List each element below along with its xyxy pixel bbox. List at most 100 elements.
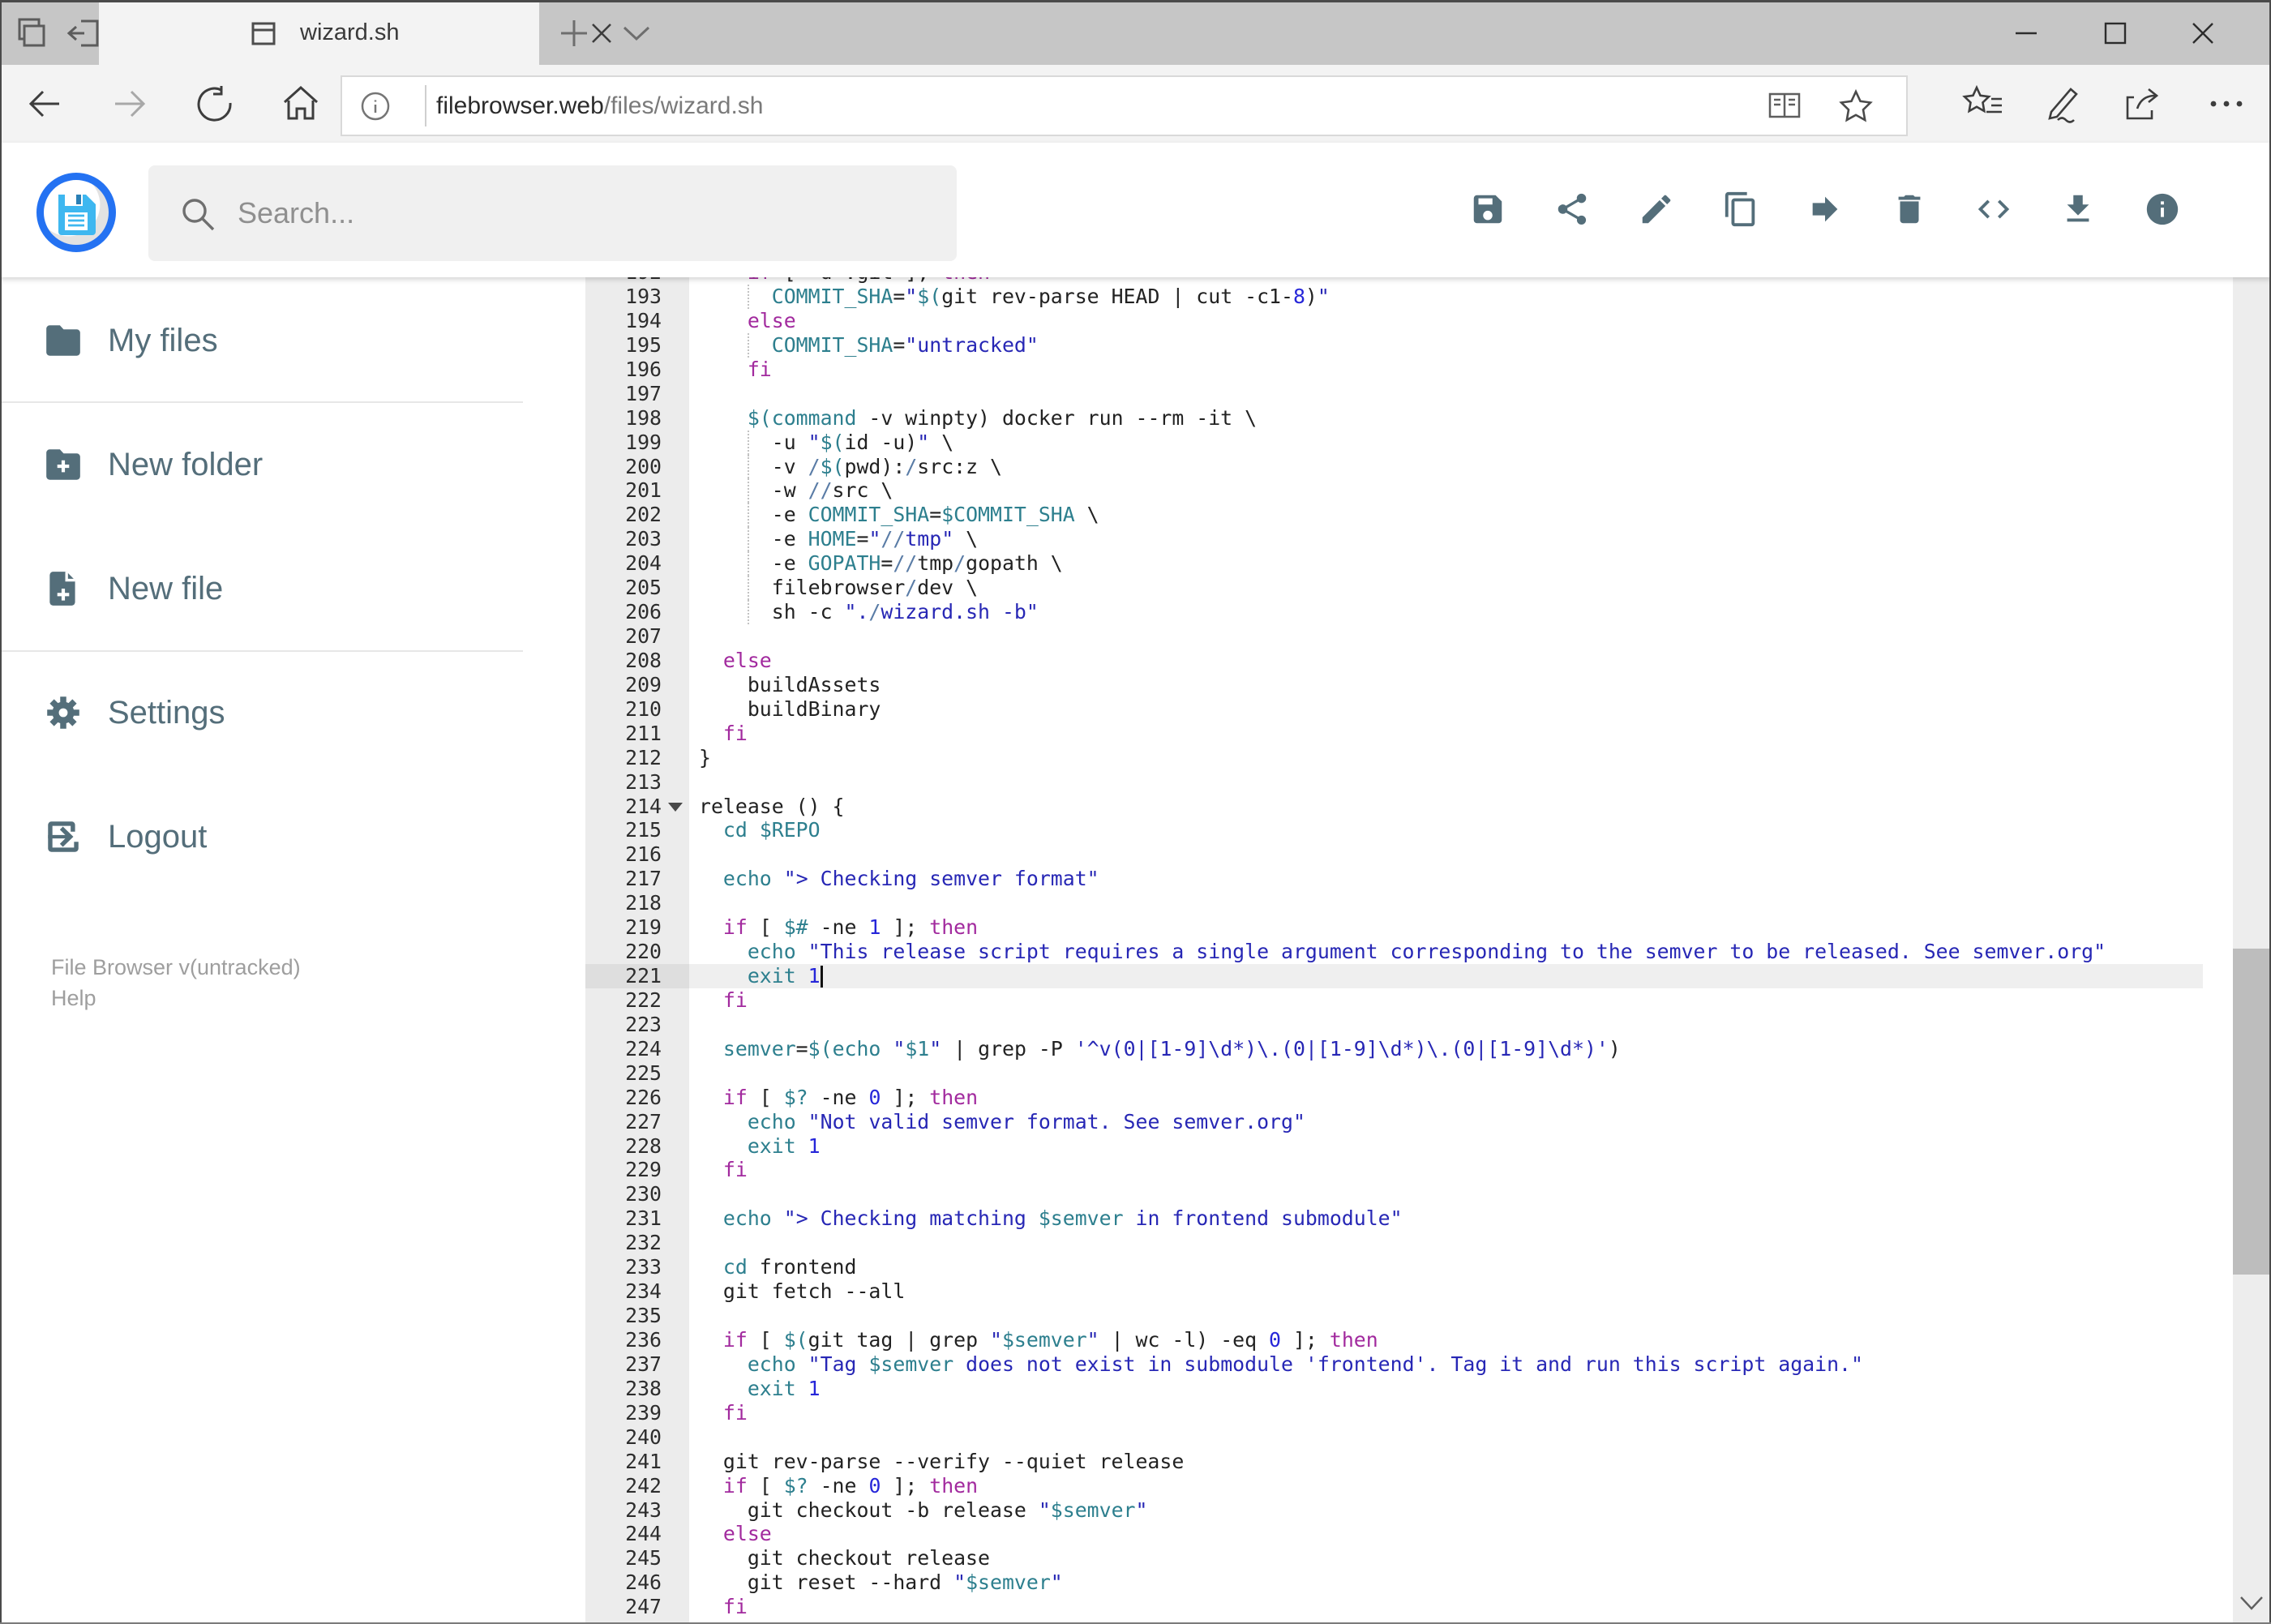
code-line[interactable]: git checkout -b release "$semver"	[699, 1498, 1148, 1523]
download-icon[interactable]	[2059, 191, 2097, 228]
code-line[interactable]: sh -c "./wizard.sh -b"	[699, 600, 1039, 624]
page-scrollbar[interactable]	[2233, 143, 2269, 1624]
line-number[interactable]: 202	[585, 503, 662, 527]
line-number[interactable]: 242	[585, 1474, 662, 1498]
line-number[interactable]: 230	[585, 1182, 662, 1206]
forward-icon[interactable]	[112, 86, 148, 122]
code-line[interactable]: -e HOME="//tmp" \	[699, 527, 978, 551]
sidebar-item-settings[interactable]: Settings	[0, 664, 523, 761]
browser-tab[interactable]: wizard.sh	[99, 0, 611, 65]
line-number[interactable]: 215	[585, 818, 662, 842]
reading-view-icon[interactable]	[1768, 92, 1801, 121]
line-number[interactable]: 220	[585, 940, 662, 964]
line-number[interactable]: 222	[585, 988, 662, 1013]
line-number[interactable]: 224	[585, 1037, 662, 1061]
tab-list-chevron-icon[interactable]	[621, 23, 652, 44]
line-number[interactable]: 223	[585, 1013, 662, 1037]
line-number[interactable]: 219	[585, 915, 662, 940]
code-line[interactable]: release () {	[699, 795, 845, 819]
minimize-button[interactable]	[2014, 21, 2038, 45]
line-number[interactable]: 221	[585, 964, 662, 988]
code-line[interactable]: buildBinary	[699, 697, 881, 722]
web-note-pen-icon[interactable]	[2042, 84, 2082, 123]
code-line[interactable]: COMMIT_SHA="untracked"	[699, 333, 1039, 358]
code-line[interactable]: buildAssets	[699, 673, 881, 697]
code-line[interactable]: -v /$(pwd):/src:z \	[699, 455, 1002, 479]
copy-icon[interactable]	[1722, 191, 1759, 228]
line-number[interactable]: 195	[585, 333, 662, 358]
line-number[interactable]: 247	[585, 1595, 662, 1619]
code-line[interactable]: else	[699, 1522, 772, 1546]
code-line[interactable]: semver=$(echo "$1" | grep -P '^v(0|[1-9]…	[699, 1037, 1621, 1061]
line-number[interactable]: 238	[585, 1377, 662, 1401]
line-number[interactable]: 239	[585, 1401, 662, 1425]
delete-icon[interactable]	[1891, 191, 1928, 228]
code-line[interactable]: git fetch --all	[699, 1279, 905, 1304]
more-menu-icon[interactable]	[2207, 96, 2246, 112]
app-logo[interactable]	[36, 173, 116, 252]
line-number[interactable]: 199	[585, 431, 662, 455]
move-icon[interactable]	[1806, 191, 1844, 228]
line-number[interactable]: 231	[585, 1206, 662, 1231]
back-icon[interactable]	[27, 86, 62, 122]
line-number[interactable]: 237	[585, 1352, 662, 1377]
code-line[interactable]: fi	[699, 1401, 748, 1425]
code-line[interactable]: -w //src \	[699, 478, 893, 503]
code-line[interactable]: echo "Tag $semver does not exist in subm…	[699, 1352, 1863, 1377]
line-number[interactable]: 240	[585, 1425, 662, 1450]
line-number[interactable]: 210	[585, 697, 662, 722]
code-line[interactable]: fi	[699, 1158, 748, 1182]
code-line[interactable]: git rev-parse --verify --quiet release	[699, 1450, 1184, 1474]
code-line[interactable]: fi	[699, 988, 748, 1013]
line-number[interactable]: 203	[585, 527, 662, 551]
new-tab-button[interactable]	[558, 17, 590, 49]
line-number[interactable]: 209	[585, 673, 662, 697]
save-icon[interactable]	[1469, 191, 1506, 228]
line-number[interactable]: 212	[585, 746, 662, 770]
line-number[interactable]: 201	[585, 478, 662, 503]
code-line[interactable]: -e GOPATH=//tmp/gopath \	[699, 551, 1063, 576]
sidebar-item-new-folder[interactable]: New folder	[0, 416, 523, 513]
code-line[interactable]: echo "Not valid semver format. See semve…	[699, 1110, 1305, 1134]
line-number[interactable]: 194	[585, 309, 662, 333]
scrollbar-thumb[interactable]	[2233, 949, 2269, 1275]
code-line[interactable]: $(command -v winpty) docker run --rm -it…	[699, 406, 1257, 431]
line-number[interactable]: 214	[585, 795, 662, 819]
line-number[interactable]: 213	[585, 770, 662, 795]
line-number[interactable]: 207	[585, 624, 662, 649]
sidebar-item-new-file[interactable]: New file	[0, 540, 523, 637]
line-number[interactable]: 208	[585, 649, 662, 673]
line-number[interactable]: 226	[585, 1086, 662, 1110]
refresh-icon[interactable]	[197, 85, 234, 122]
line-number[interactable]: 217	[585, 867, 662, 891]
search-input[interactable]: Search...	[148, 165, 957, 261]
line-number[interactable]: 198	[585, 406, 662, 431]
code-line[interactable]: git checkout release	[699, 1546, 990, 1570]
code-icon[interactable]	[1975, 191, 2012, 228]
sidebar-item-my-files[interactable]: My files	[0, 292, 523, 389]
home-icon[interactable]	[282, 84, 319, 122]
line-number[interactable]: 243	[585, 1498, 662, 1523]
code-line[interactable]: COMMIT_SHA="$(git rev-parse HEAD | cut -…	[699, 285, 1330, 309]
code-line[interactable]: else	[699, 309, 796, 333]
line-number[interactable]: 234	[585, 1279, 662, 1304]
maximize-button[interactable]	[2103, 21, 2127, 45]
line-number[interactable]: 205	[585, 576, 662, 600]
info-icon[interactable]	[2144, 191, 2181, 228]
code-line[interactable]: filebrowser/dev \	[699, 576, 978, 600]
code-line[interactable]: fi	[699, 722, 748, 746]
code-line[interactable]: echo "> Checking semver format"	[699, 867, 1099, 891]
favorite-star-icon[interactable]	[1838, 88, 1874, 124]
share-icon[interactable]	[1553, 191, 1591, 228]
code-line[interactable]: if [ $? -ne 0 ]; then	[699, 1086, 978, 1110]
site-info-icon[interactable]	[360, 91, 391, 122]
code-line[interactable]: -e COMMIT_SHA=$COMMIT_SHA \	[699, 503, 1099, 527]
code-line[interactable]: exit 1	[699, 1134, 821, 1159]
url-field[interactable]: filebrowser.web/files/wizard.sh	[341, 75, 1908, 136]
line-number[interactable]: 245	[585, 1546, 662, 1570]
code-line[interactable]: if [ $# -ne 1 ]; then	[699, 915, 978, 940]
line-number[interactable]: 241	[585, 1450, 662, 1474]
line-number[interactable]: 235	[585, 1304, 662, 1328]
share-icon[interactable]	[2123, 84, 2163, 123]
line-number[interactable]: 246	[585, 1570, 662, 1595]
